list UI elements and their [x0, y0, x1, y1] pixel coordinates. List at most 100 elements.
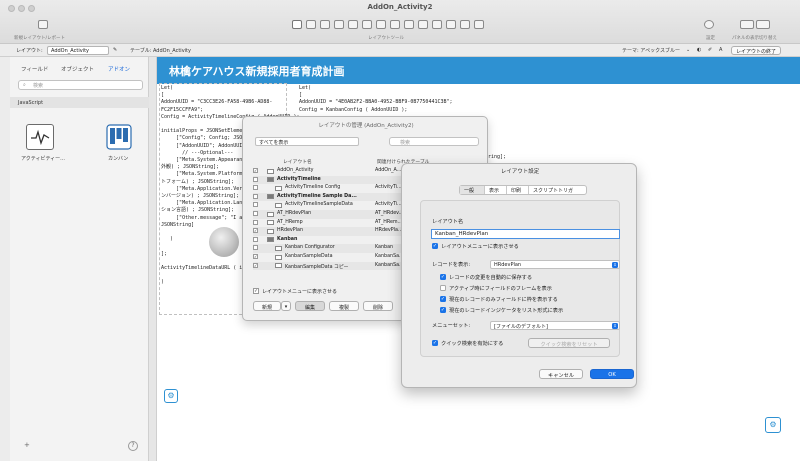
- tab-script-triggers[interactable]: スクリプトトリガ: [529, 186, 587, 194]
- menu-set-select[interactable]: [ファイルのデフォルト] ⇕: [490, 321, 620, 330]
- add-icon[interactable]: +: [24, 441, 30, 449]
- tab-print[interactable]: 印刷: [507, 186, 529, 194]
- left-panel: フィールド オブジェクト アドオン 検索 ⌕ JavaScript アクティビテ…: [10, 57, 149, 461]
- menu-visibility-checkbox[interactable]: [253, 219, 258, 225]
- duplicate-layout-button[interactable]: 複製: [329, 301, 359, 311]
- field-tool-icon[interactable]: [348, 20, 358, 29]
- left-webviewer-settings-icon[interactable]: ⚙: [164, 389, 178, 403]
- field-frames-checkbox[interactable]: [440, 285, 446, 291]
- menu-visibility-checkbox[interactable]: [253, 185, 258, 191]
- layout-popup[interactable]: AddOn_Activity: [47, 46, 109, 55]
- menu-visibility-checkbox[interactable]: [253, 202, 258, 208]
- tab-general[interactable]: 一般: [460, 186, 485, 194]
- web-viewer-tool-icon[interactable]: [418, 20, 428, 29]
- new-layout-icon[interactable]: [38, 20, 48, 29]
- menu-visibility-checkbox[interactable]: [253, 176, 258, 182]
- left-panel-toggle-icon[interactable]: [740, 20, 754, 29]
- show-in-menu-setup-label: レイアウトメニューに表示させる: [441, 244, 519, 250]
- tab-view[interactable]: 表示: [485, 186, 507, 194]
- folder-icon: [267, 194, 274, 200]
- quick-find-checkbox[interactable]: ✓: [432, 340, 438, 346]
- menu-visibility-checkbox[interactable]: [253, 211, 258, 216]
- layout-label: レイアウト:: [16, 48, 43, 54]
- theme-label: テーマ: アペックスブルー: [622, 48, 681, 54]
- window-title: AddOn_Activity2: [367, 3, 433, 11]
- ok-button[interactable]: OK: [590, 369, 634, 379]
- manager-filter-select[interactable]: すべてを表示: [255, 137, 359, 146]
- tab-objects[interactable]: オブジェクト: [61, 65, 94, 73]
- delete-layout-button[interactable]: 削除: [363, 301, 393, 311]
- panel-tabs: フィールド オブジェクト アドオン: [10, 61, 149, 73]
- setup-title: レイアウト設定: [500, 169, 540, 175]
- category-javascript[interactable]: JavaScript: [10, 97, 149, 108]
- record-indicator-checkbox[interactable]: ✓: [440, 307, 446, 313]
- menu-visibility-checkbox[interactable]: ✓: [253, 228, 258, 234]
- layout-name-label: レイアウト名: [432, 219, 464, 225]
- button-tool-icon[interactable]: [362, 20, 372, 29]
- menu-visibility-checkbox[interactable]: [253, 245, 258, 251]
- pencil-icon[interactable]: ✎: [113, 47, 117, 53]
- menu-set-value: [ファイルのデフォルト]: [494, 324, 548, 330]
- layout-ruler-strip: [149, 57, 157, 461]
- autosave-checkbox[interactable]: ✓: [440, 274, 446, 280]
- new-layout-button[interactable]: 新規: [253, 301, 281, 311]
- manager-title: レイアウトの管理 (AddOn_Activity2): [318, 123, 414, 129]
- layout-bar: レイアウト: AddOn_Activity ✎ テーブル: AddOn_Acti…: [0, 44, 800, 57]
- title-bar: AddOn_Activity2 新規レイアウト/レポート レイアウトツール 設定…: [0, 0, 800, 44]
- layout-icon: [275, 202, 282, 208]
- gear-icon[interactable]: [704, 20, 714, 29]
- menu-visibility-checkbox[interactable]: ✓: [253, 262, 258, 268]
- line-tool-icon[interactable]: [320, 20, 330, 29]
- addon-search-input[interactable]: 検索: [18, 80, 143, 90]
- current-record-frame-checkbox[interactable]: ✓: [440, 296, 446, 302]
- menu-set-label: メニューセット:: [432, 323, 471, 329]
- chart-tool-icon[interactable]: [432, 20, 442, 29]
- brush-icon[interactable]: ✐: [708, 47, 712, 53]
- format-painter-icon[interactable]: [474, 20, 484, 29]
- pointer-tool-icon[interactable]: [292, 20, 302, 29]
- kanban-addon[interactable]: [105, 124, 133, 150]
- menu-visibility-checkbox[interactable]: ✓: [253, 254, 258, 259]
- activity-timeline-addon[interactable]: [26, 124, 54, 150]
- menu-visibility-checkbox[interactable]: [253, 236, 258, 242]
- layout-name-input[interactable]: Kanban_HRdevPlan: [431, 229, 620, 239]
- exit-layout-button[interactable]: レイアウトの終了: [731, 46, 782, 55]
- popover-tool-icon[interactable]: [446, 20, 456, 29]
- kanban-addon-label: カンバン: [108, 156, 129, 162]
- right-webviewer-settings-icon[interactable]: ⚙: [765, 417, 781, 433]
- menu-visibility-checkbox[interactable]: [253, 193, 258, 199]
- new-layout-menu-button[interactable]: ▾: [281, 301, 291, 311]
- palette-icon[interactable]: ◐: [697, 47, 701, 53]
- current-record-frame-label: 現在のレコードのみフィールドに枠を表示する: [449, 297, 558, 303]
- tab-addons[interactable]: アドオン: [108, 65, 130, 73]
- show-in-menu-checkbox[interactable]: ✓: [253, 288, 259, 294]
- help-icon[interactable]: ?: [128, 441, 138, 451]
- right-panel-toggle-icon[interactable]: [756, 20, 770, 29]
- tab-fields[interactable]: フィールド: [21, 65, 48, 73]
- portal-tool-icon[interactable]: [376, 20, 386, 29]
- layout-tools-label: レイアウトツール: [368, 36, 404, 41]
- button-bar-tool-icon[interactable]: [460, 20, 470, 29]
- records-select-value: HRdevPlan: [494, 262, 522, 268]
- cancel-button[interactable]: キャンセル: [539, 369, 583, 379]
- rectangle-tool-icon[interactable]: [334, 20, 344, 29]
- layout-icon: [267, 211, 274, 217]
- font-size-icon[interactable]: A: [719, 47, 722, 53]
- setup-general-panel: レイアウト名 Kanban_HRdevPlan ✓ レイアウトメニューに表示させ…: [420, 200, 620, 357]
- layout-icon: [275, 185, 282, 191]
- quick-find-reset-button[interactable]: クイック検索をリセット: [528, 338, 610, 348]
- slide-control-tool-icon[interactable]: [404, 20, 414, 29]
- tab-control-tool-icon[interactable]: [390, 20, 400, 29]
- col-layout-name: レイアウト名: [283, 160, 312, 165]
- layout-list-assoc-table: Kanban: [375, 245, 394, 251]
- show-in-menu-checkbox-setup[interactable]: ✓: [432, 243, 438, 249]
- kanban-board-icon: [106, 124, 132, 150]
- edit-layout-button[interactable]: 編集: [295, 301, 325, 311]
- menu-visibility-checkbox[interactable]: ✓: [253, 168, 258, 173]
- chevron-down-icon[interactable]: ⌄: [686, 47, 690, 53]
- layout-list-assoc-table: KanbanSa...: [375, 262, 404, 268]
- header-title: 林檎ケアハウス新規採用者育成計画: [169, 65, 345, 78]
- text-tool-icon[interactable]: [306, 20, 316, 29]
- records-select[interactable]: HRdevPlan ⇕: [490, 260, 620, 269]
- manager-search-input[interactable]: 検索: [389, 137, 479, 146]
